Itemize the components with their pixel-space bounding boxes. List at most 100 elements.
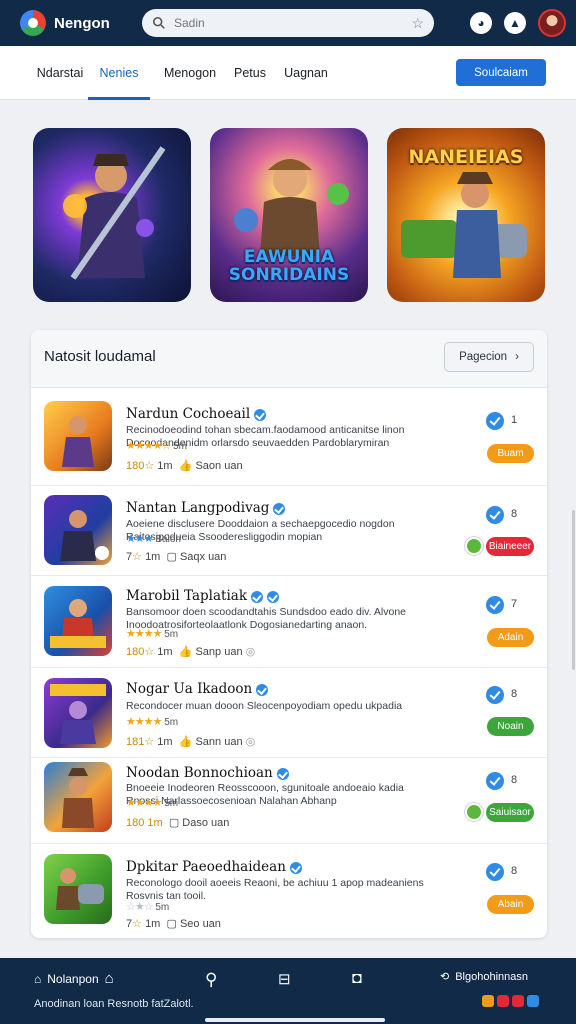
- star-icon: ☆: [144, 736, 155, 748]
- check-icon: [486, 412, 504, 430]
- nav-chat-icon[interactable]: ◘: [352, 970, 362, 988]
- banner-title: NANEIEIAS: [408, 146, 524, 168]
- badge-icon: [512, 995, 524, 1007]
- rating-text: 5m: [164, 798, 179, 809]
- app-rating: ★★★★☆ 5m: [126, 439, 187, 452]
- meta-suffix: 1m: [157, 460, 173, 472]
- panel-view-button[interactable]: Pagecion ›: [444, 342, 534, 372]
- tab-nenies[interactable]: Nenies: [88, 46, 150, 100]
- nav-library-icon[interactable]: ⊟: [278, 970, 291, 988]
- star-rating-icon: ★★★★: [126, 716, 162, 728]
- thumb-icon: 👍: [178, 736, 193, 748]
- list-item[interactable]: Dpkitar Paeoedhaidean Reconologo dooil a…: [31, 844, 547, 938]
- badge-icon: [465, 537, 483, 555]
- badge-icon: [497, 995, 509, 1007]
- check-count: 7: [511, 598, 518, 610]
- action-button[interactable]: Buam: [487, 444, 534, 463]
- featured-banner[interactable]: EAWUNIA SONRIDAINS: [210, 128, 368, 302]
- star-rating-icon: ★★★★☆: [126, 440, 171, 452]
- check-icon: [486, 772, 504, 790]
- badge-icon: [482, 995, 494, 1007]
- search-input[interactable]: [174, 16, 412, 30]
- avatar[interactable]: [538, 9, 566, 37]
- meta-link[interactable]: Daso uan: [182, 817, 229, 829]
- panel-header: Natosit loudamal Pagecion ›: [31, 330, 547, 388]
- app-logo[interactable]: [20, 10, 46, 36]
- tab-petus[interactable]: Petus: [226, 46, 274, 100]
- app-name: Nardun Cochoeail: [126, 406, 251, 422]
- star-rating-icon: ★★★: [126, 533, 154, 545]
- meta-link[interactable]: Saon uan: [195, 460, 242, 472]
- list-item[interactable]: Noodan Bonnochioan Bnoeeie Inodeoren Reo…: [31, 758, 547, 844]
- action-button[interactable]: Noain: [487, 717, 534, 736]
- meta-link[interactable]: Saqx uan: [180, 551, 226, 563]
- verified-icon: [267, 590, 280, 603]
- banner-title: EAWUNIA SONRIDAINS: [228, 247, 350, 285]
- search-button[interactable]: Soulcaiam: [456, 59, 546, 86]
- action-button[interactable]: Saiuisaor: [486, 803, 534, 822]
- star-rating-icon: ★★★★: [126, 628, 162, 640]
- tab-ndarstai[interactable]: Ndarstai: [30, 46, 90, 100]
- star-icon[interactable]: ☆: [411, 15, 424, 32]
- action-button[interactable]: Abain: [487, 895, 534, 914]
- app-description: Recondocer muan dooon Sleocenpoyodiam op…: [126, 700, 403, 712]
- scrollbar[interactable]: [572, 510, 575, 670]
- check-count: 8: [511, 508, 518, 520]
- bookmark-icon: ▢: [166, 551, 177, 563]
- star-icon: ☆: [144, 646, 155, 658]
- app-rating: ★★★★ 5m: [126, 627, 178, 640]
- home-indicator[interactable]: [205, 1018, 385, 1022]
- action-button[interactable]: Adain: [487, 628, 534, 647]
- bell-icon[interactable]: ▲: [504, 12, 526, 34]
- list-item[interactable]: Marobil Taplatiak Bansomoor doen scoodan…: [31, 576, 547, 668]
- nav-home[interactable]: ⌂ Nolanpon ⌂: [34, 970, 114, 987]
- verified-icon: [276, 767, 289, 780]
- app-icon: [44, 586, 112, 656]
- app-rating: ★★★★ 5m: [126, 796, 178, 809]
- meta-value: 180: [126, 460, 145, 472]
- list-item[interactable]: Nantan Langpodivag Aoeiene disclusere Do…: [31, 486, 547, 576]
- search-bar[interactable]: ☆: [142, 9, 434, 37]
- bookmark-icon: ▢: [168, 817, 180, 829]
- meta-link[interactable]: Sanp uan: [195, 646, 242, 658]
- meta-value: 180: [126, 646, 145, 658]
- panel-view-label: Pagecion: [459, 351, 508, 363]
- app-name: Marobil Taplatiak: [126, 588, 248, 604]
- verified-icon: [273, 502, 286, 515]
- nav-search-icon[interactable]: ⚲: [205, 970, 217, 990]
- app-rating: ☆★☆ 5m: [126, 900, 169, 913]
- list-item[interactable]: Nogar Ua Ikadoon Recondocer muan dooon S…: [31, 668, 547, 758]
- verified-icon: [254, 408, 267, 421]
- settings-icon: ◎: [245, 736, 256, 748]
- star-rating-icon: ☆★☆: [126, 901, 154, 913]
- app-icon: [44, 495, 112, 565]
- tab-menogon[interactable]: Menogon: [154, 46, 226, 100]
- rating-text: Baion: [155, 534, 181, 545]
- meta-link[interactable]: Sann uan: [195, 736, 242, 748]
- chat-icon[interactable]: ◕: [470, 12, 492, 34]
- meta-suffix: 1m: [145, 551, 161, 563]
- app-meta: 7☆ 1m ▢ Saqx uan: [126, 550, 226, 563]
- app-meta: 181☆ 1m 👍 Sann uan ◎: [126, 735, 255, 748]
- meta-suffix: 1m: [157, 646, 173, 658]
- rating-text: 5m: [164, 717, 179, 728]
- featured-banner[interactable]: NANEIEIAS: [387, 128, 545, 302]
- featured-banner[interactable]: [33, 128, 191, 302]
- app-bar: Nengon ☆ ◕ ▲: [0, 0, 576, 46]
- list-item[interactable]: Nardun Cochoeail Recinodoeodind tohan sb…: [31, 388, 547, 486]
- app-icon: [44, 401, 112, 471]
- app-name: Nantan Langpodivag: [126, 500, 270, 516]
- app-meta: 180☆ 1m 👍 Sanp uan ◎: [126, 645, 255, 658]
- app-meta: 180 1m ▢ Daso uan: [126, 816, 229, 829]
- tab-uagnan[interactable]: Uagnan: [276, 46, 336, 100]
- action-button[interactable]: Biaineeer: [486, 537, 534, 556]
- app-name: Nogar Ua Ikadoon: [126, 681, 253, 697]
- verified-icon: [256, 683, 269, 696]
- settings-icon: ◎: [245, 646, 256, 658]
- star-icon: ☆: [144, 460, 155, 472]
- verified-icon: [251, 590, 264, 603]
- meta-link[interactable]: Seo uan: [180, 918, 221, 930]
- nav-profile[interactable]: ⟲ Blgohohinnasn: [440, 970, 528, 984]
- badge-icon: [465, 803, 483, 821]
- check-count: 1: [511, 414, 518, 426]
